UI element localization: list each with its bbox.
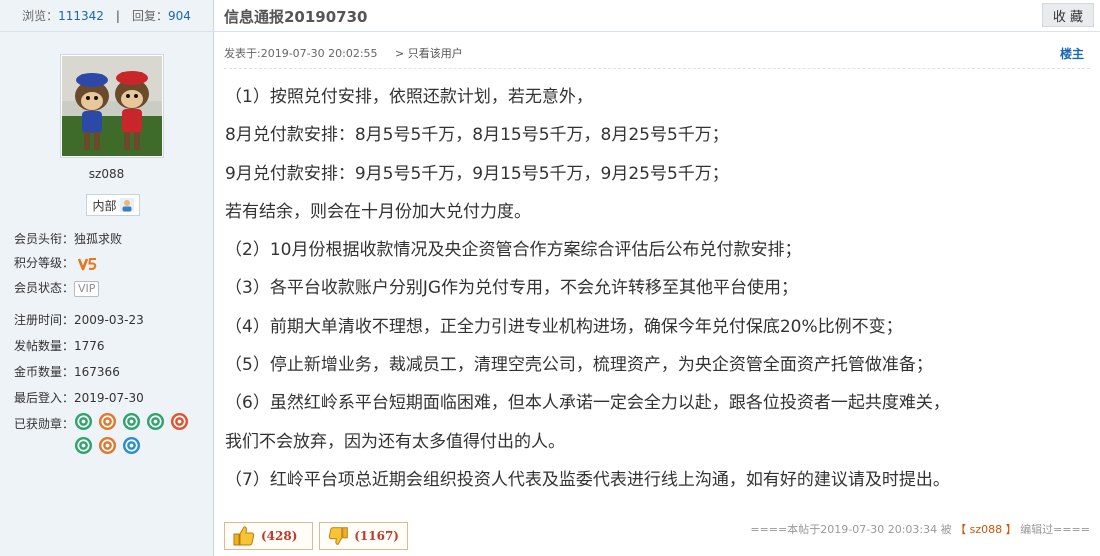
medal-list [74,412,204,460]
medal-icon[interactable] [98,436,117,455]
medal-icon[interactable] [146,412,165,431]
profile-field-level: 积分等级： [14,254,98,271]
profile-field-registered: 注册时间：2009-03-23 [14,311,144,328]
medal-icon[interactable] [74,412,93,431]
post-line: 若有结余，则会在十月份加大兑付力度。 [225,201,531,222]
profile-field-title: 会员头衔：独孤求败 [14,230,122,247]
downvote-count: (1167) [354,529,399,543]
field-value: 2019-07-30 [74,391,144,405]
avatar[interactable] [62,56,162,156]
profile-field-posts: 发帖数量：1776 [14,337,105,354]
profile-field-status: 会员状态： VIP [14,279,100,297]
post-content: （1）按照兑付安排，依照还款计划，若无意外， 8月兑付款安排：8月5号5千万，8… [225,84,1085,505]
edit-user-link[interactable]: sz088 [970,523,1003,536]
field-label: 已获勋章： [14,417,75,431]
field-value: 2009-03-23 [74,313,144,327]
post-line: （5）停止新增业务，裁减员工，清理空壳公司，梳理资产，为央企资管全面资产托管做准… [225,355,933,376]
field-label: 发帖数量： [14,339,75,353]
profile-field-last-login: 最后登入：2019-07-30 [14,389,144,406]
post-line: （6）虽然红岭系平台短期面临困难，但本人承诺一定会全力以赴，跟各位投资者一起共度… [225,393,950,414]
post-line: 9月兑付款安排：9月5号5千万，9月15号5千万，9月25号5千万； [225,163,729,184]
field-value: 独孤求败 [74,232,123,246]
post-line: （3）各平台收款账户分别JG作为兑付专用，不会允许转移至其他平台使用； [225,278,799,299]
username[interactable]: sz088 [0,167,213,181]
upvote-count: (428) [261,529,298,543]
field-label: 会员头衔： [14,232,75,246]
edit-bracket-close: 】 [1005,523,1017,536]
edit-note: ====本帖于2019-07-30 20:03:34 被 【 sz088 】 编… [750,521,1090,537]
thumbs-up-icon [233,526,255,546]
only-author-link[interactable]: > 只看该用户 [395,47,463,60]
medal-icon[interactable] [122,412,141,431]
post-line: （2）10月份根据收款情况及央企资管合作方案综合评估后公布兑付款安排； [225,240,802,261]
floor-label[interactable]: 楼主 [1060,45,1084,62]
edit-bracket-open: 【 [955,523,967,536]
field-value: 1776 [74,339,105,353]
user-group-label: 内部 [92,198,117,213]
vip-badge: VIP [74,280,100,297]
divider [224,68,1090,69]
user-group-badge: 内部 [86,194,140,216]
author-profile: sz088 内部 会员头衔：独孤求败 积分等级： 会员状态： VIP 注册时间：2… [0,32,214,556]
post-line: （4）前期大单清收不理想，正全力引进专业机构进场，确保今年兑付保底20%比例不变… [225,316,903,337]
profile-field-coins: 金币数量：167366 [14,363,120,380]
field-value: 167366 [74,365,120,379]
post-meta: 发表于:2019-07-30 20:02:55 > 只看该用户 [224,45,463,61]
field-label: 注册时间： [14,313,75,327]
post-line: （7）红岭平台项总近期会组织投资人代表及监委代表进行线上沟通，如有好的建议请及时… [225,469,950,490]
post-line: 我们不会放弃，因为还有太多值得付出的人。 [225,431,565,452]
favorite-button[interactable]: 收 藏 [1042,3,1094,27]
profile-field-medals: 已获勋章： [14,415,74,432]
v5-level-icon [77,257,97,270]
upvote-button[interactable]: (428) [224,522,313,550]
medal-icon[interactable] [98,412,117,431]
thread-title: 信息通报20190730 [224,8,368,26]
user-icon [119,198,134,212]
field-label: 金币数量： [14,365,75,379]
edit-prefix: ====本帖于2019-07-30 20:03:34 被 [750,523,952,536]
medal-icon[interactable] [170,412,189,431]
replies-count: 904 [167,8,191,23]
thread-stats: 浏览： 111342 | 回复： 904 [0,0,214,31]
post-line: （1）按照兑付安排，依照还款计划，若无意外， [225,87,593,107]
views-count: 111342 [58,8,104,23]
thumbs-down-icon [328,527,348,545]
replies-label: 回复： [131,9,168,23]
downvote-button[interactable]: (1167) [319,522,408,550]
medal-icon[interactable] [74,436,93,455]
post-time: 发表于:2019-07-30 20:02:55 [224,47,378,60]
post-line: 8月兑付款安排：8月5号5千万，8月15号5千万，8月25号5千万； [225,125,729,146]
medal-icon[interactable] [122,436,141,455]
views-label: 浏览： [22,9,59,23]
stats-separator: | [115,8,120,23]
field-label: 最后登入： [14,391,75,405]
thread-header: 浏览： 111342 | 回复： 904 信息通报20190730 收 藏 [0,0,1100,32]
field-label: 积分等级： [14,256,75,270]
field-label: 会员状态： [14,281,75,295]
edit-suffix: 编辑过==== [1020,523,1090,536]
avatar-frame[interactable] [60,54,164,158]
